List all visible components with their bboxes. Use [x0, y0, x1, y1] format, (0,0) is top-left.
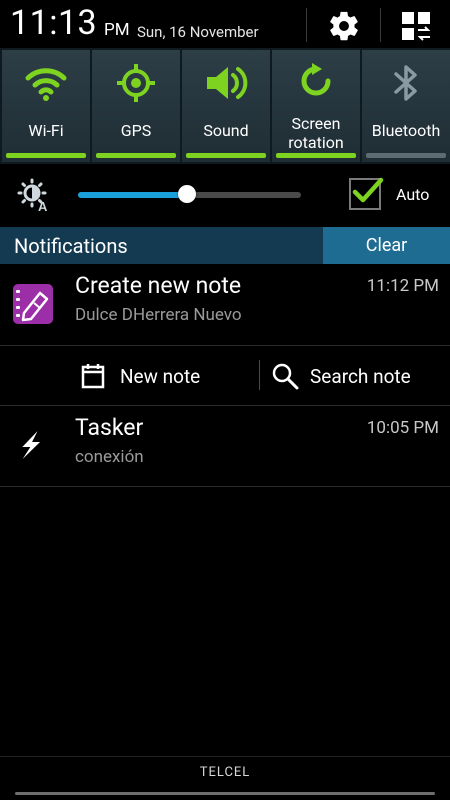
brightness-slider-thumb[interactable] [178, 185, 196, 203]
sound-icon [182, 60, 270, 106]
qs-label-sound: Sound [203, 121, 249, 140]
quick-settings-panel: Wi-Fi GPS Sound Screen rotation Bluetoot… [0, 48, 450, 164]
auto-brightness-label: Auto [396, 185, 430, 204]
checkmark-icon [352, 177, 384, 203]
qs-tile-screen-rotation[interactable]: Screen rotation [272, 50, 360, 162]
qs-status-bar-gps [96, 153, 176, 158]
notification-title: Tasker [75, 414, 144, 441]
settings-button[interactable] [324, 6, 364, 46]
notification-divider [0, 486, 450, 487]
notification-tasker[interactable]: Tasker conexión 10:05 PM [0, 406, 450, 486]
notifications-title: Notifications [14, 234, 128, 258]
notifications-header: Notifications Clear [0, 227, 450, 264]
notification-time: 11:12 PM [366, 276, 439, 296]
header-divider [306, 8, 307, 42]
qs-label-bluetooth: Bluetooth [371, 121, 441, 140]
shade-drag-handle[interactable] [15, 792, 435, 795]
search-note-label: Search note [310, 364, 411, 388]
clear-button[interactable]: Clear [323, 227, 450, 264]
brightness-auto-icon: A [17, 178, 51, 216]
auto-brightness-checkbox[interactable] [349, 177, 384, 210]
action-divider [259, 360, 260, 390]
search-note-button[interactable]: Search note [271, 346, 411, 406]
tasker-bolt-icon [10, 422, 56, 468]
carrier-bar: TELCEL [0, 756, 450, 800]
qs-status-bar-sound [186, 153, 266, 158]
note-pen-icon [10, 281, 56, 327]
notification-subtitle: Dulce DHerrera Nuevo [75, 305, 242, 325]
qs-label-screen-rotation-line2: rotation [288, 133, 344, 152]
qs-tile-wifi[interactable]: Wi-Fi [2, 50, 90, 162]
notification-subtitle: conexión [75, 447, 144, 467]
gear-icon [330, 11, 358, 41]
new-note-label: New note [120, 364, 201, 388]
notification-title: Create new note [75, 272, 242, 299]
clock-time: 11:13 [10, 3, 98, 43]
carrier-label: TELCEL [199, 765, 251, 780]
qs-tile-sound[interactable]: Sound [182, 50, 270, 162]
bluetooth-icon [362, 60, 450, 106]
screen-rotation-icon [272, 58, 360, 104]
edit-tiles-button[interactable] [396, 6, 436, 46]
svg-text:A: A [38, 199, 48, 212]
clock-ampm: PM [104, 20, 130, 40]
qs-status-bar-bluetooth [366, 153, 446, 158]
notification-shade: 11:13 PM Sun, 16 November Wi-Fi GPS Soun… [0, 0, 450, 800]
search-icon [272, 363, 299, 390]
new-note-button[interactable]: New note [80, 346, 200, 406]
notification-time: 10:05 PM [366, 418, 439, 438]
status-header: 11:13 PM Sun, 16 November [0, 0, 450, 48]
wifi-icon [2, 60, 90, 106]
qs-status-bar-screen-rotation [276, 153, 356, 158]
qs-tile-bluetooth[interactable]: Bluetooth [362, 50, 450, 162]
grid-arrows-icon [402, 12, 431, 41]
qs-label-wifi: Wi-Fi [28, 121, 64, 140]
header-divider [380, 8, 381, 42]
brightness-row: A Auto [0, 164, 450, 226]
new-note-icon [81, 364, 105, 389]
notification-create-new-note[interactable]: Create new note Dulce DHerrera Nuevo 11:… [0, 264, 450, 346]
gps-icon [92, 60, 180, 106]
date-label: Sun, 16 November [137, 23, 259, 41]
qs-status-bar-wifi [6, 153, 86, 158]
qs-label-screen-rotation-line1: Screen [291, 114, 341, 133]
qs-tile-gps[interactable]: GPS [92, 50, 180, 162]
qs-label-screen-rotation: Screen rotation [272, 114, 360, 152]
qs-label-gps: GPS [120, 121, 152, 140]
brightness-slider-fill [78, 192, 187, 198]
